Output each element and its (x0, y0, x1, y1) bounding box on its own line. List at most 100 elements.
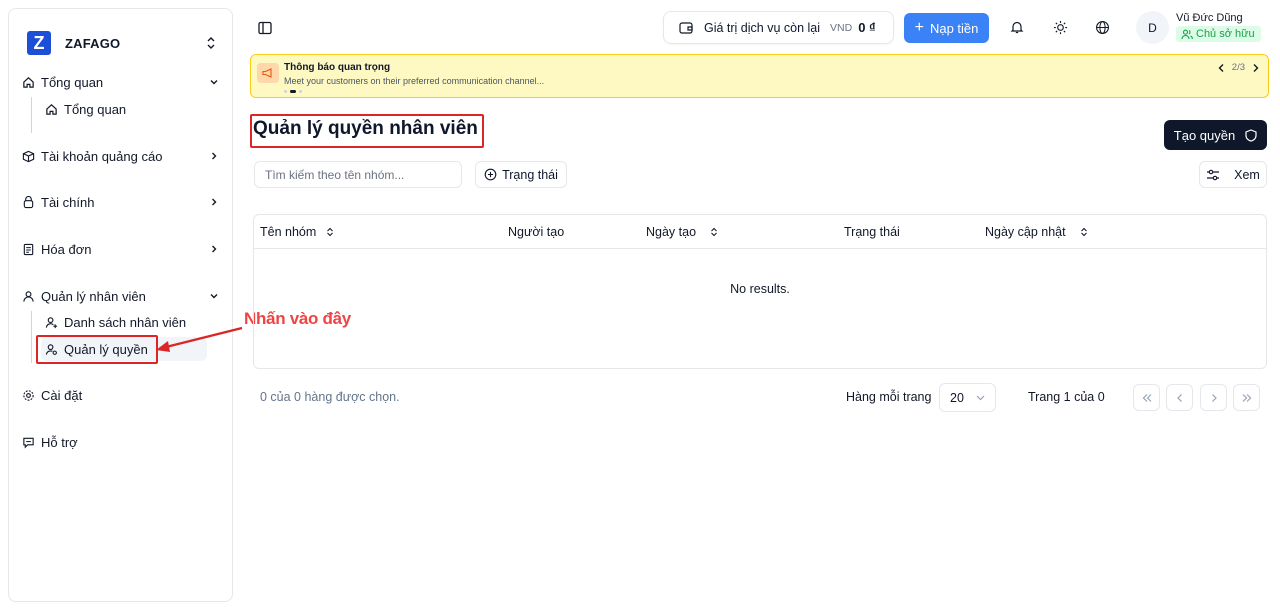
column-header-creator: Người tạo (508, 225, 564, 239)
megaphone-icon (257, 63, 279, 83)
chevron-right-icon (208, 150, 220, 162)
theme-toggle-button[interactable] (1051, 18, 1069, 36)
view-options-button[interactable]: Xem (1199, 161, 1267, 188)
next-page-button[interactable] (1200, 384, 1227, 411)
shield-icon (1245, 128, 1257, 142)
sidebar-item-label: Tổng quan (41, 74, 104, 90)
wallet-icon (678, 20, 694, 36)
app-root: Z ZAFAGO Tổng quan Tổng quan Tài khoản q… (0, 0, 1280, 608)
brand-logo: Z (27, 31, 51, 55)
column-label: Người tạo (508, 225, 565, 239)
sidebar-item-label: Hóa đơn (41, 241, 92, 257)
sidebar-item-invoices[interactable]: Hóa đơn (21, 236, 226, 262)
notice-banner[interactable]: Thông báo quan trọng Meet your customers… (250, 54, 1269, 98)
chevron-right-icon (1211, 393, 1217, 402)
balance-label: Giá trị dịch vụ còn lại (704, 20, 821, 35)
highlight-box-title (250, 114, 484, 148)
role-label: Chủ sở hữu (1196, 28, 1255, 40)
avatar[interactable]: D (1136, 11, 1169, 44)
column-label: Tên nhóm (260, 225, 317, 239)
user-name: Vũ Đức Dũng (1176, 12, 1243, 24)
notice-pager-count: 2/3 (1231, 62, 1245, 73)
previous-page-button[interactable] (1166, 384, 1193, 411)
pager-dot[interactable] (284, 90, 287, 93)
first-page-button[interactable] (1133, 384, 1160, 411)
chevron-left-icon (1176, 393, 1182, 402)
sidebar-item-label: Cài đặt (41, 387, 83, 403)
sidebar-item-support[interactable]: Hỗ trợ (21, 429, 226, 455)
submenu-line (31, 97, 32, 133)
sort-icon (326, 227, 334, 237)
rows-per-page-select[interactable]: 20 (939, 383, 996, 412)
column-header-created-date[interactable]: Ngày tạo (646, 225, 718, 239)
column-header-group-name[interactable]: Tên nhóm (260, 225, 334, 239)
sidebar-item-label: Tài chính (41, 194, 95, 210)
bell-icon (1010, 21, 1024, 34)
column-label: Ngày tạo (646, 225, 697, 239)
create-permission-button[interactable]: Tạo quyền (1164, 120, 1267, 150)
chevrons-right-icon (1242, 393, 1251, 402)
sidebar-item-overview[interactable]: Tổng quan (21, 69, 226, 95)
sort-icon (710, 227, 718, 237)
status-filter-button[interactable]: Trạng thái (475, 161, 567, 188)
language-button[interactable] (1093, 18, 1111, 36)
box-icon (21, 149, 35, 163)
user-plus-icon (44, 315, 58, 329)
pager-dot[interactable] (299, 90, 302, 93)
column-label: Trạng thái (844, 225, 900, 239)
column-label: Ngày cập nhật (985, 225, 1066, 239)
receipt-icon (21, 242, 35, 256)
balance-amount: 0 ₫ (858, 20, 876, 35)
sidebar-item-staff[interactable]: Quản lý nhân viên (21, 283, 226, 309)
sidebar-toggle-button[interactable] (255, 18, 275, 38)
home-icon (21, 75, 35, 89)
sidebar-item-label: Hỗ trợ (41, 434, 78, 450)
highlight-box-permissions (36, 335, 158, 364)
column-header-status: Trạng thái (844, 225, 900, 239)
topup-button[interactable]: + Nạp tiền (904, 13, 989, 43)
rows-per-page-value: 20 (950, 390, 964, 405)
brand-name: ZAFAGO (65, 35, 121, 51)
notice-pager: 2/3 (1217, 62, 1260, 73)
user-icon (21, 289, 35, 303)
sidebar-item-settings[interactable]: Cài đặt (21, 382, 226, 408)
balance-display: Giá trị dịch vụ còn lại VND 0 ₫ (663, 11, 894, 44)
role-badge: Chủ sở hữu (1176, 26, 1261, 42)
gear-icon (21, 388, 35, 402)
home-icon (44, 102, 58, 116)
sliders-icon (1207, 169, 1220, 180)
panel-left-icon (258, 21, 272, 35)
chevron-left-icon[interactable] (1217, 63, 1226, 73)
pager-dot-active[interactable] (290, 90, 296, 93)
last-page-button[interactable] (1233, 384, 1260, 411)
page-indicator: Trang 1 của 0 (1028, 390, 1105, 404)
notice-message: Meet your customers on their preferred c… (284, 76, 545, 86)
plus-icon: + (914, 19, 924, 36)
selection-count: 0 của 0 hàng được chọn. (260, 390, 400, 404)
notice-title: Thông báo quan trọng (284, 62, 391, 73)
chevrons-left-icon (1142, 393, 1151, 402)
chevron-right-icon (208, 196, 220, 208)
notifications-button[interactable] (1008, 18, 1026, 36)
annotation-arrow (156, 326, 243, 352)
sidebar-item-ad-accounts[interactable]: Tài khoản quảng cáo (21, 143, 226, 169)
topup-label: Nạp tiền (929, 20, 979, 36)
view-options-label: Xem (1234, 167, 1260, 182)
notice-dots (284, 90, 302, 93)
table-header-row: Tên nhóm Người tạo Ngày tạo Trạng thái N… (254, 215, 1266, 249)
create-permission-label: Tạo quyền (1173, 127, 1236, 143)
chevron-right-icon[interactable] (1251, 63, 1260, 73)
permissions-table: Tên nhóm Người tạo Ngày tạo Trạng thái N… (253, 214, 1267, 369)
users-icon (1181, 29, 1193, 39)
chevron-down-icon (208, 290, 220, 302)
sort-icon (1080, 227, 1088, 237)
sidebar-subitem-overview[interactable]: Tổng quan (41, 97, 217, 121)
brand-switcher[interactable]: Z ZAFAGO (27, 23, 227, 63)
sidebar-item-finance[interactable]: Tài chính (21, 189, 226, 215)
search-input[interactable] (254, 161, 462, 188)
chevron-down-icon (208, 76, 220, 88)
status-filter-label: Trạng thái (502, 167, 558, 182)
sidebar-item-label: Quản lý nhân viên (41, 288, 146, 304)
column-header-updated-date[interactable]: Ngày cập nhật (985, 225, 1088, 239)
sidebar: Z ZAFAGO Tổng quan Tổng quan Tài khoản q… (8, 8, 233, 602)
